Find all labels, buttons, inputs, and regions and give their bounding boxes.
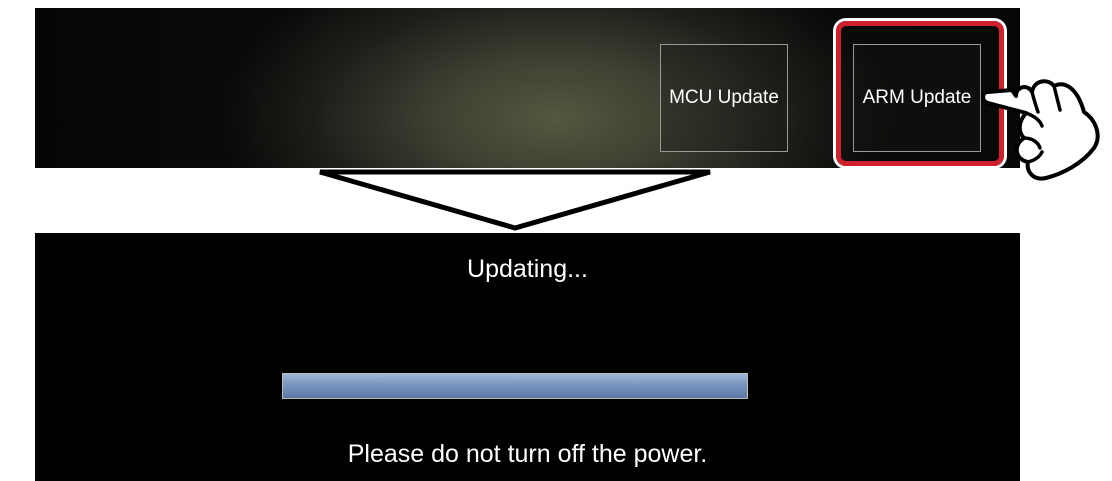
update-progress-bar xyxy=(282,373,748,399)
updating-status: Updating... xyxy=(467,255,588,283)
arm-update-button[interactable]: ARM Update xyxy=(853,44,981,152)
arm-update-label: ARM Update xyxy=(862,87,972,108)
update-menu-screen: MCU Update ARM Update xyxy=(35,8,1020,168)
update-progress-fill xyxy=(283,374,747,398)
pointing-hand-icon xyxy=(981,79,1100,181)
mcu-update-label: MCU Update xyxy=(669,87,779,108)
updating-screen: Updating... Please do not turn off the p… xyxy=(35,233,1020,481)
power-warning: Please do not turn off the power. xyxy=(347,440,708,468)
down-arrow-icon xyxy=(319,169,711,231)
mcu-update-button[interactable]: MCU Update xyxy=(660,44,788,152)
